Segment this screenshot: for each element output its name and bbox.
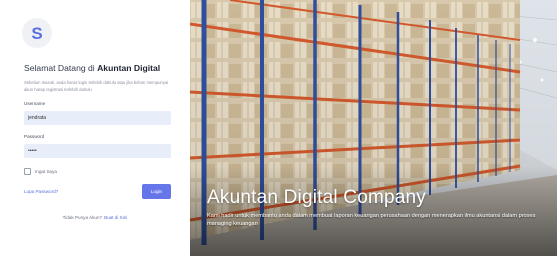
forgot-password-link[interactable]: Lupa Password? <box>24 189 58 194</box>
login-panel: S Selamat Datang di Akuntan Digital Sebe… <box>0 0 190 256</box>
login-button[interactable]: Login <box>142 184 171 199</box>
welcome-heading: Selamat Datang di Akuntan Digital <box>24 63 160 73</box>
password-label: Password <box>24 134 45 139</box>
signup-prompt-text: Tidak Punya Akun? <box>62 215 103 220</box>
svg-text:S: S <box>31 24 42 42</box>
welcome-brand: Akuntan Digital <box>97 63 161 73</box>
signup-prompt: Tidak Punya Akun? Buat di Sini <box>0 215 190 220</box>
warehouse-hero: Akuntan Digital Company Kami hadir untuk… <box>190 0 557 256</box>
remember-label: Ingat Saya <box>35 169 57 174</box>
hero-description: Kami hadir untuk membantu anda dalam mem… <box>207 213 536 227</box>
username-field[interactable] <box>24 111 171 125</box>
intro-text: Sebelum masuk, anda harus login terlebih… <box>24 80 169 92</box>
password-field[interactable] <box>24 144 171 158</box>
signup-link[interactable]: Buat di Sini <box>104 215 127 220</box>
remember-me[interactable]: Ingat Saya <box>24 168 57 175</box>
welcome-prefix: Selamat Datang di <box>24 63 95 73</box>
hero-title: Akuntan Digital Company <box>207 187 426 208</box>
username-label: Username <box>24 101 46 106</box>
s-logo-icon: S <box>22 18 52 48</box>
remember-checkbox[interactable] <box>24 168 31 175</box>
